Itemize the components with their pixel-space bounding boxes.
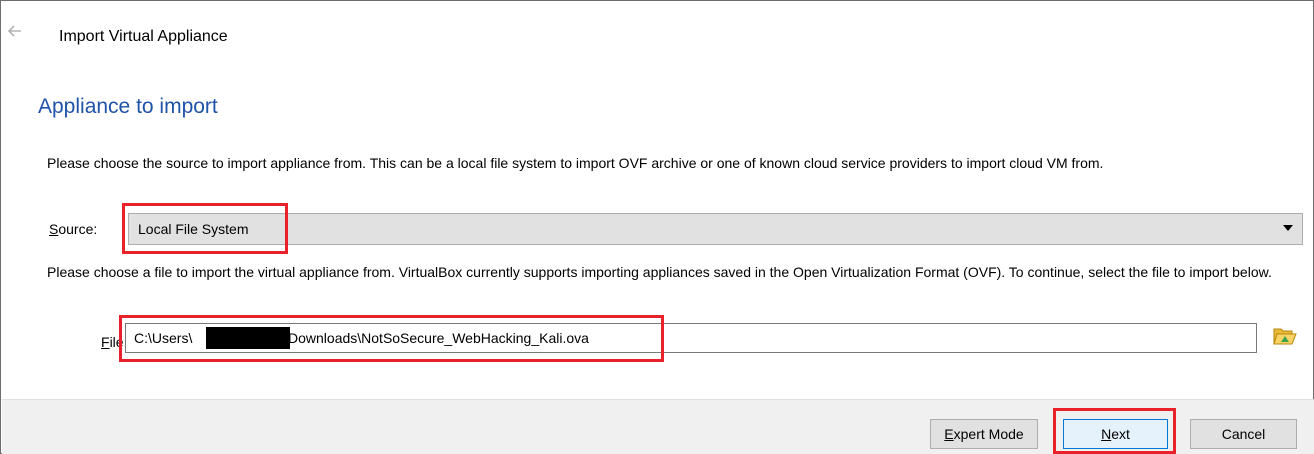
next-label-text: ext bbox=[1111, 426, 1130, 442]
next-access-key: N bbox=[1101, 426, 1112, 442]
folder-open-icon[interactable] bbox=[1272, 322, 1298, 348]
file-description: Please choose a file to import the virtu… bbox=[47, 264, 1272, 280]
cancel-button[interactable]: Cancel bbox=[1190, 419, 1297, 449]
expert-mode-button[interactable]: Expert Mode bbox=[930, 419, 1038, 449]
next-label: Next bbox=[1101, 426, 1130, 442]
expert-mode-access-key: E bbox=[944, 426, 954, 442]
redaction-block bbox=[206, 327, 290, 349]
source-label: Source: bbox=[49, 221, 97, 237]
import-appliance-window: Import Virtual Appliance Appliance to im… bbox=[0, 0, 1314, 454]
source-label-access-key: S bbox=[49, 221, 59, 237]
file-path-suffix: Downloads\NotSoSecure_WebHacking_Kali.ov… bbox=[288, 330, 589, 346]
arrow-left-icon[interactable] bbox=[7, 23, 23, 39]
source-selected-value: Local File System bbox=[138, 221, 249, 237]
chevron-down-icon[interactable] bbox=[1283, 225, 1293, 231]
source-description: Please choose the source to import appli… bbox=[47, 155, 1104, 171]
file-label: File: bbox=[101, 334, 127, 350]
source-select[interactable]: Local File System bbox=[128, 213, 1303, 245]
window-title: Import Virtual Appliance bbox=[59, 28, 228, 45]
title-bar: Import Virtual Appliance bbox=[1, 1, 1313, 73]
expert-mode-label-text: xpert Mode bbox=[953, 426, 1024, 442]
next-button[interactable]: Next bbox=[1063, 419, 1168, 449]
file-path-prefix: C:\Users\ bbox=[134, 330, 193, 346]
file-path-input[interactable]: C:\Users\ Downloads\NotSoSecure_WebHacki… bbox=[125, 323, 1257, 353]
page-heading: Appliance to import bbox=[38, 95, 218, 118]
file-label-access-key: F bbox=[101, 334, 110, 350]
source-label-text: ource: bbox=[58, 221, 98, 237]
cancel-label: Cancel bbox=[1221, 426, 1266, 442]
expert-mode-label: Expert Mode bbox=[944, 426, 1023, 442]
